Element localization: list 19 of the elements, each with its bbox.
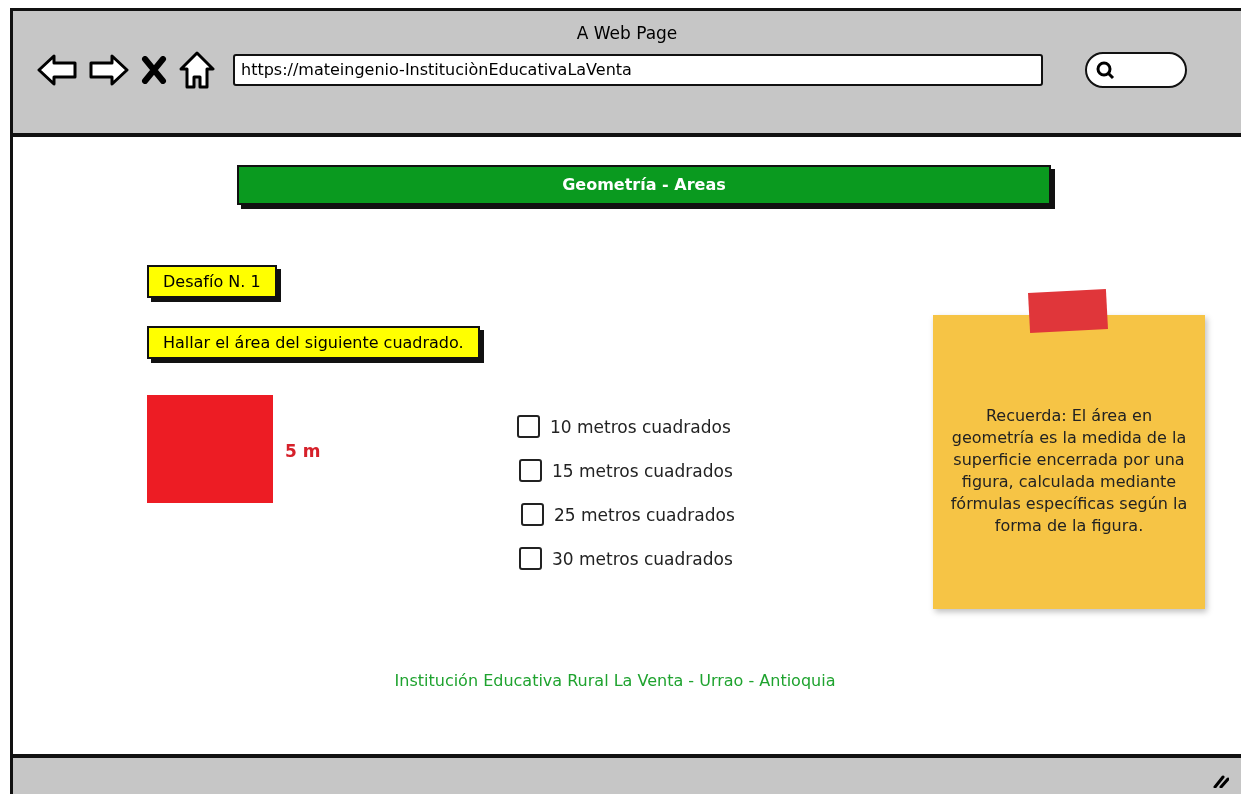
checkbox[interactable] bbox=[519, 459, 542, 482]
close-icon[interactable] bbox=[141, 56, 167, 84]
back-icon[interactable] bbox=[37, 53, 77, 87]
search-icon bbox=[1095, 60, 1115, 80]
option-label[interactable]: 10 metros cuadrados bbox=[550, 416, 731, 437]
note-text: Recuerda: El área en geometría es la medida de la superficie encerrada por una figura, calculada mediante fórmulas específicas según la forma de la figura. bbox=[949, 405, 1189, 537]
home-icon[interactable] bbox=[179, 51, 215, 89]
option-label[interactable]: 30 metros cuadrados bbox=[552, 548, 733, 569]
window-title: A Web Page bbox=[575, 22, 679, 43]
option-label[interactable]: 15 metros cuadrados bbox=[552, 460, 733, 481]
address-field[interactable]: https://mateingenio-InstituciònEducativaLaVenta bbox=[233, 54, 1043, 86]
footer-text: Institución Educativa Rural La Venta - Urrao - Antioquia bbox=[393, 671, 837, 690]
checkbox[interactable] bbox=[519, 547, 542, 570]
option-label[interactable]: 25 metros cuadrados bbox=[554, 504, 735, 525]
checkbox[interactable] bbox=[521, 503, 544, 526]
forward-icon[interactable] bbox=[89, 53, 129, 87]
side-label: 5 m bbox=[285, 441, 321, 461]
search-field[interactable] bbox=[1085, 52, 1187, 88]
checkbox[interactable] bbox=[517, 415, 540, 438]
